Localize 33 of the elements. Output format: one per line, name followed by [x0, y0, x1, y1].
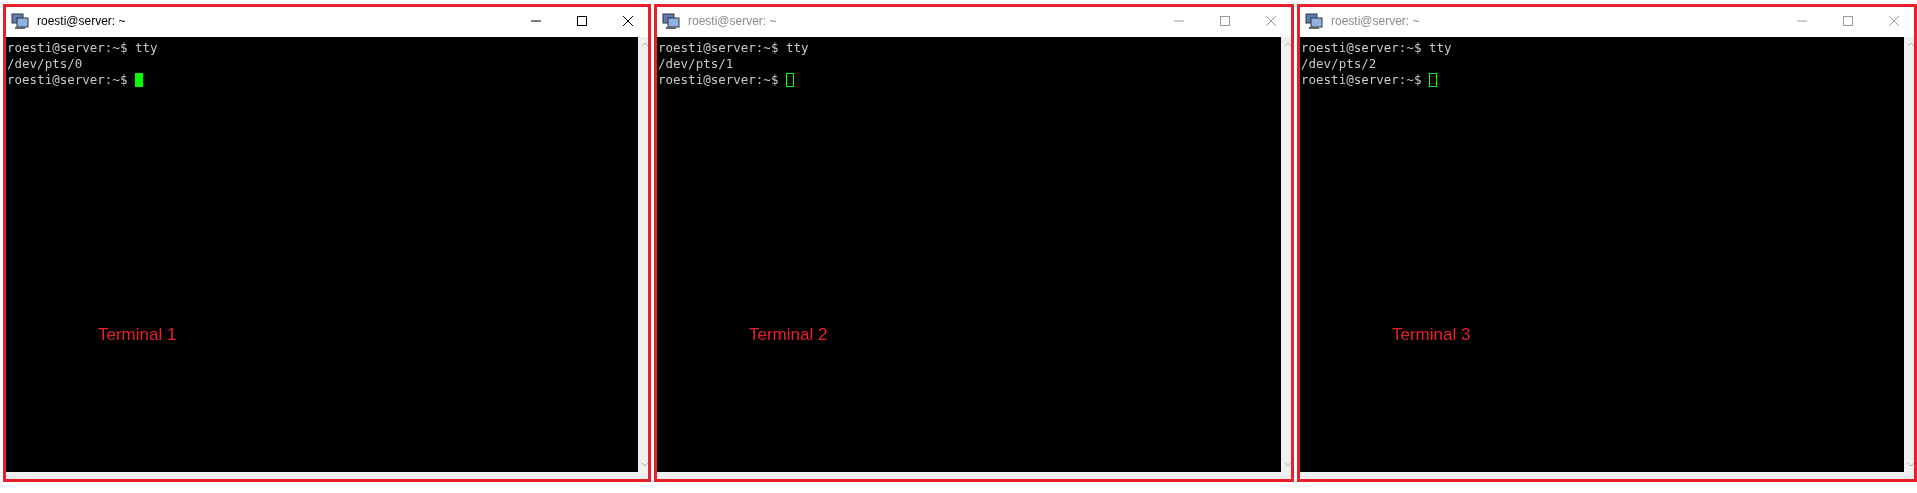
annotation-label: Terminal 2	[749, 327, 828, 343]
maximize-icon	[1219, 14, 1231, 27]
scroll-up-icon[interactable]	[1283, 41, 1292, 47]
window-title: roesti@server: ~	[37, 12, 126, 30]
computer-icon	[662, 12, 680, 29]
computer-icon	[1305, 12, 1323, 29]
scroll-up-icon[interactable]	[640, 41, 649, 47]
scroll-up-icon[interactable]	[1906, 41, 1915, 47]
close-icon	[1888, 14, 1900, 27]
terminal-area[interactable]: roesti@server:~$ tty /dev/pts/1 roesti@server:~$ Terminal 2	[654, 37, 1281, 472]
terminal-area[interactable]: roesti@server:~$ tty /dev/pts/0 roesti@server:~$ Terminal 1	[3, 37, 638, 472]
terminal-line: /dev/pts/2	[1301, 56, 1378, 72]
close-icon	[1265, 14, 1277, 27]
terminal-prompt: roesti@server:~$	[658, 72, 779, 88]
scroll-down-icon[interactable]	[1906, 462, 1915, 468]
window-title: roesti@server: ~	[1331, 12, 1420, 30]
terminal-line: roesti@server:~$ tty	[1301, 40, 1453, 56]
window-title: roesti@server: ~	[688, 12, 777, 30]
scroll-down-icon[interactable]	[1283, 462, 1292, 468]
terminal-line: roesti@server:~$ tty	[7, 40, 159, 56]
terminal-line: /dev/pts/0	[7, 56, 84, 72]
terminal-line: /dev/pts/1	[658, 56, 735, 72]
terminal-line: roesti@server:~$ tty	[658, 40, 810, 56]
annotation-label: Terminal 3	[1392, 327, 1471, 343]
scroll-down-icon[interactable]	[640, 462, 649, 468]
terminal-prompt: roesti@server:~$	[1301, 72, 1422, 88]
terminal-prompt: roesti@server:~$	[7, 72, 128, 88]
close-icon	[622, 14, 634, 27]
maximize-icon	[1842, 14, 1854, 27]
annotation-label: Terminal 1	[98, 327, 177, 343]
computer-icon	[11, 12, 29, 29]
terminal-area[interactable]: roesti@server:~$ tty /dev/pts/2 roesti@server:~$ Terminal 3	[1297, 37, 1904, 472]
maximize-icon	[576, 14, 588, 27]
